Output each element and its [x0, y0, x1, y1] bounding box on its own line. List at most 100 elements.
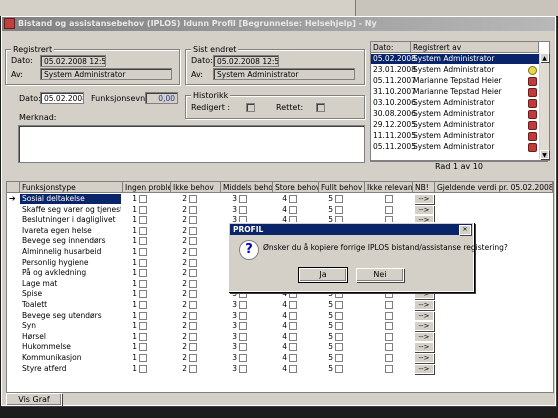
grid-row[interactable]: Hørsel 1 2 3 4 5 -->	[7, 331, 553, 343]
level-checkbox[interactable]	[239, 343, 247, 352]
grid-row[interactable]: ➔ Sosial deltakelse 1 2 3 4 5 -->	[7, 194, 553, 205]
grid-header-gjeldende-verdi[interactable]: Gjeldende verdi pr. 05.02.2008	[435, 182, 553, 193]
level-checkbox[interactable]	[335, 322, 343, 331]
level-checkbox[interactable]	[139, 364, 147, 373]
history-header-registrert-av[interactable]: Registrert av	[411, 42, 539, 53]
merknad-textarea[interactable]	[18, 125, 365, 163]
ikke-relevant-checkbox[interactable]	[385, 301, 393, 309]
history-row[interactable]: 30.08.2006 System Administrator	[371, 109, 541, 119]
grid-row[interactable]: Skaffe seg varer og tjenester 1 2 3 4 5 -->	[7, 204, 553, 216]
nb-arrow-button[interactable]: -->	[414, 331, 434, 342]
level-checkbox[interactable]	[139, 216, 147, 225]
level-checkbox[interactable]	[189, 195, 197, 203]
grid-row[interactable]: Hukommelse 1 2 3 4 5 -->	[7, 342, 553, 353]
ikke-relevant-checkbox[interactable]	[385, 354, 393, 362]
grid-row[interactable]: Bevege seg utendørs 1 2 3 4 5 -->	[7, 310, 553, 322]
level-checkbox[interactable]	[189, 226, 197, 235]
history-row[interactable]: 05.11.2007 Marianne Tepstad Heier	[371, 76, 541, 86]
level-checkbox[interactable]	[335, 311, 343, 320]
grid-header-store-behov[interactable]: Store behov	[273, 182, 319, 193]
grid-header-funksjonstype[interactable]: Funksjonstype	[20, 182, 123, 193]
grid-header-nb[interactable]: NB!	[413, 182, 435, 193]
history-row[interactable]: 05.11.2005 System Administrator	[371, 142, 541, 152]
scroll-up-icon[interactable]: ▲	[540, 53, 549, 62]
level-checkbox[interactable]	[289, 311, 297, 320]
nb-arrow-button[interactable]: -->	[414, 204, 434, 215]
history-row[interactable]: 29.12.2005 System Administrator	[371, 120, 541, 130]
nb-arrow-button[interactable]: -->	[414, 310, 434, 321]
level-checkbox[interactable]	[289, 332, 297, 341]
level-checkbox[interactable]	[189, 258, 197, 267]
ikke-relevant-checkbox[interactable]	[385, 205, 393, 214]
grid-header-ikke-relevant[interactable]: Ikke relevant	[365, 182, 413, 193]
level-checkbox[interactable]	[289, 354, 297, 362]
history-header-dato[interactable]: Dato:	[371, 42, 411, 53]
dato-input[interactable]: 05.02.2008	[40, 92, 84, 104]
level-checkbox[interactable]	[139, 354, 147, 362]
level-checkbox[interactable]	[139, 237, 147, 246]
level-checkbox[interactable]	[139, 343, 147, 352]
ikke-relevant-checkbox[interactable]	[385, 322, 393, 331]
history-row[interactable]: 31.10.2007 Marianne Tepstad Heier	[371, 87, 541, 97]
grid-row[interactable]: Styre atferd 1 2 3 4 5 -->	[7, 363, 553, 375]
nb-arrow-button[interactable]: -->	[414, 321, 434, 332]
level-checkbox[interactable]	[289, 322, 297, 331]
history-row[interactable]: 23.01.2008 System Administrator	[371, 65, 541, 75]
ikke-relevant-checkbox[interactable]	[385, 332, 393, 341]
history-scrollbar[interactable]: ▲ ▼	[539, 53, 549, 159]
level-checkbox[interactable]	[189, 301, 197, 309]
level-checkbox[interactable]	[189, 248, 197, 256]
level-checkbox[interactable]	[189, 322, 197, 331]
level-checkbox[interactable]	[239, 311, 247, 320]
level-checkbox[interactable]	[335, 343, 343, 352]
ikke-relevant-checkbox[interactable]	[385, 343, 393, 352]
level-checkbox[interactable]	[289, 205, 297, 214]
grid-header-fullt-behov[interactable]: Fullt behov	[319, 182, 365, 193]
level-checkbox[interactable]	[189, 343, 197, 352]
level-checkbox[interactable]	[289, 364, 297, 373]
level-checkbox[interactable]	[239, 301, 247, 309]
level-checkbox[interactable]	[139, 226, 147, 235]
nei-button[interactable]: Nei	[356, 268, 404, 282]
scroll-down-icon[interactable]: ▼	[540, 150, 549, 159]
level-checkbox[interactable]	[189, 364, 197, 373]
grid-row[interactable]: Kommunikasjon 1 2 3 4 5 -->	[7, 353, 553, 364]
history-row[interactable]: 11.11.2005 System Administrator	[371, 131, 541, 141]
nb-arrow-button[interactable]: -->	[414, 363, 434, 374]
nb-arrow-button[interactable]: -->	[414, 300, 434, 310]
level-checkbox[interactable]	[189, 332, 197, 341]
grid-header-ingen-problem[interactable]: Ingen problem	[123, 182, 171, 193]
grid-header-middels-behov[interactable]: Middels behov	[221, 182, 273, 193]
level-checkbox[interactable]	[139, 279, 147, 288]
level-checkbox[interactable]	[189, 290, 197, 299]
level-checkbox[interactable]	[189, 216, 197, 225]
level-checkbox[interactable]	[289, 343, 297, 352]
level-checkbox[interactable]	[335, 332, 343, 341]
level-checkbox[interactable]	[335, 364, 343, 373]
level-checkbox[interactable]	[335, 205, 343, 214]
ikke-relevant-checkbox[interactable]	[385, 364, 393, 373]
level-checkbox[interactable]	[239, 205, 247, 214]
level-checkbox[interactable]	[139, 248, 147, 256]
level-checkbox[interactable]	[239, 195, 247, 203]
history-row[interactable]: 05.02.2008 System Administrator	[371, 54, 541, 64]
ja-button[interactable]: Ja	[298, 267, 348, 283]
level-checkbox[interactable]	[189, 237, 197, 246]
level-checkbox[interactable]	[189, 279, 197, 288]
history-row[interactable]: 03.10.2006 System Administrator	[371, 98, 541, 108]
level-checkbox[interactable]	[189, 205, 197, 214]
level-checkbox[interactable]	[335, 354, 343, 362]
level-checkbox[interactable]	[139, 205, 147, 214]
grid-row[interactable]: Toalett 1 2 3 4 5 -->	[7, 300, 553, 311]
level-checkbox[interactable]	[289, 301, 297, 309]
grid-row[interactable]: Syn 1 2 3 4 5 -->	[7, 321, 553, 332]
level-checkbox[interactable]	[239, 332, 247, 341]
level-checkbox[interactable]	[139, 290, 147, 299]
level-checkbox[interactable]	[139, 311, 147, 320]
level-checkbox[interactable]	[139, 322, 147, 331]
level-checkbox[interactable]	[139, 269, 147, 278]
level-checkbox[interactable]	[239, 364, 247, 373]
level-checkbox[interactable]	[139, 301, 147, 309]
close-icon[interactable]: ✕	[459, 225, 471, 235]
ikke-relevant-checkbox[interactable]	[385, 311, 393, 320]
